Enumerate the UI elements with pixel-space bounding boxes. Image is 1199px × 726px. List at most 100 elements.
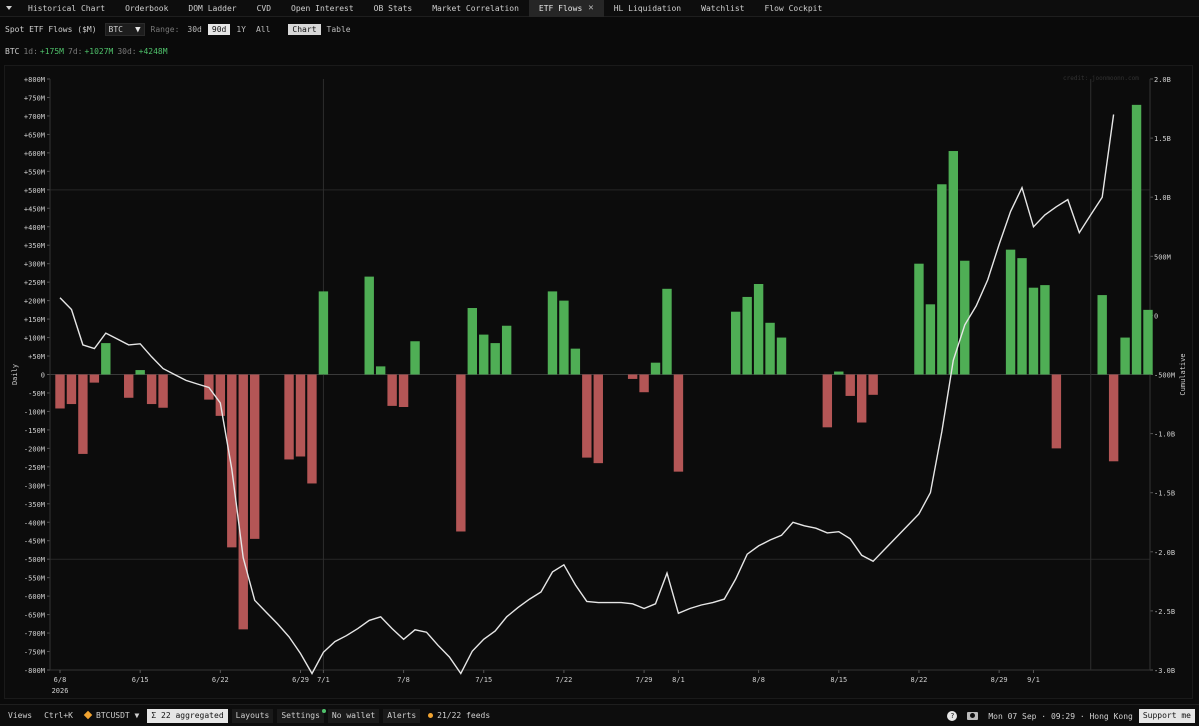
menu-caret-icon[interactable] bbox=[0, 0, 18, 17]
summary-7d-value: +1027M bbox=[84, 46, 114, 56]
y-tick-label: -50M bbox=[28, 390, 45, 398]
inflow-bar bbox=[559, 300, 569, 375]
y-tick-label: -600M bbox=[24, 593, 45, 601]
inflow-bar bbox=[742, 296, 752, 375]
inflow-bar bbox=[101, 343, 111, 375]
layouts-button[interactable]: Layouts bbox=[231, 708, 274, 723]
symbol-selector[interactable]: BTCUSDT ▼ bbox=[81, 709, 143, 723]
inflow-bar bbox=[1040, 285, 1050, 375]
outflow-bar bbox=[673, 374, 684, 472]
status-right: ? Mon 07 Sep · 09:29 · Hong Kong Support… bbox=[947, 709, 1195, 723]
y-tick-label: +250M bbox=[24, 279, 45, 287]
range-label: Range: bbox=[150, 25, 180, 34]
y2-tick-label: -500M bbox=[1154, 372, 1175, 380]
x-tick-label: 9/1 bbox=[1027, 676, 1040, 684]
support-button[interactable]: Support me bbox=[1138, 709, 1195, 723]
asset-select[interactable]: BTC ▼ bbox=[104, 23, 145, 36]
feeds-status[interactable]: 21/22 feeds bbox=[424, 709, 494, 723]
outflow-bar bbox=[398, 374, 409, 408]
y-tick-label: -550M bbox=[24, 575, 45, 583]
inflow-bar bbox=[1005, 249, 1016, 375]
tab-orderbook[interactable]: Orderbook bbox=[115, 0, 178, 17]
inflow-bar bbox=[731, 311, 741, 375]
outflow-bar bbox=[78, 374, 88, 454]
help-icon[interactable]: ? bbox=[947, 711, 958, 721]
inflow-bar bbox=[834, 371, 844, 375]
flow-summary: BTC 1d: +175M 7d: +1027M 30d: +4248M bbox=[5, 46, 172, 56]
x-tick-label: 8/22 bbox=[911, 676, 928, 684]
y-tick-label: +200M bbox=[24, 298, 45, 306]
aggregated-badge[interactable]: Σ 22 aggregated bbox=[147, 708, 228, 723]
close-icon[interactable]: ✕ bbox=[588, 3, 593, 13]
y2-tick-label: -1.0B bbox=[1154, 431, 1175, 439]
y-tick-label: -350M bbox=[24, 501, 45, 509]
inflow-bar bbox=[948, 151, 959, 375]
settings-button[interactable]: Settings bbox=[277, 708, 326, 723]
tab-market-correlation[interactable]: Market Correlation bbox=[422, 0, 529, 17]
y-tick-label: +450M bbox=[24, 205, 45, 213]
range-30d[interactable]: 30d bbox=[183, 24, 205, 35]
view-table[interactable]: Table bbox=[323, 24, 355, 35]
y-tick-label: +650M bbox=[24, 131, 45, 139]
outflow-bar bbox=[284, 374, 294, 460]
chevron-down-icon: ▼ bbox=[134, 710, 140, 720]
tab-flow-cockpit[interactable]: Flow Cockpit bbox=[754, 0, 832, 17]
x-tick-label: 6/8 bbox=[54, 676, 67, 684]
tab-cvd[interactable]: CVD bbox=[247, 0, 281, 17]
views-button[interactable]: Views bbox=[4, 709, 36, 723]
outflow-bar bbox=[456, 374, 466, 532]
wallet-button[interactable]: No wallet bbox=[327, 708, 380, 723]
view-chart[interactable]: Chart bbox=[288, 24, 321, 35]
x-tick-label: 7/22 bbox=[555, 676, 572, 684]
y-tick-label: -300M bbox=[24, 482, 45, 490]
y-tick-label: -800M bbox=[24, 667, 45, 675]
y-tick-label: +750M bbox=[24, 94, 45, 102]
inflow-bar bbox=[650, 362, 661, 375]
tab-hl-liquidation[interactable]: HL Liquidation bbox=[604, 0, 691, 17]
x-tick-label: 7/29 bbox=[636, 676, 653, 684]
outflow-bar bbox=[146, 374, 157, 405]
inflow-bar bbox=[960, 260, 970, 375]
y2-axis-label: Cumulative bbox=[1179, 353, 1187, 395]
inflow-bar bbox=[364, 276, 374, 375]
tab-ob-stats[interactable]: OB Stats bbox=[364, 0, 423, 17]
y-tick-label: 0 bbox=[41, 372, 45, 380]
tab-watchlist[interactable]: Watchlist bbox=[691, 0, 754, 17]
range-90d[interactable]: 90d bbox=[207, 24, 231, 35]
y-tick-label: -200M bbox=[24, 445, 45, 453]
outflow-bar bbox=[158, 374, 168, 408]
etf-flow-chart[interactable]: +800M +750M +700M +650M +600M +550M +500M +450M… bbox=[4, 65, 1193, 699]
range-1y[interactable]: 1Y bbox=[232, 24, 250, 35]
x-tick-label: 8/1 bbox=[672, 676, 685, 684]
alerts-button[interactable]: Alerts bbox=[383, 708, 421, 723]
outflow-bar bbox=[215, 374, 226, 416]
outflow-bar bbox=[124, 374, 134, 398]
range-all[interactable]: All bbox=[252, 24, 274, 35]
inflow-bar bbox=[1028, 287, 1039, 375]
y2-tick-label: -2.0B bbox=[1154, 549, 1175, 557]
outflow-bar bbox=[89, 374, 100, 383]
summary-asset: BTC bbox=[5, 46, 20, 56]
summary-30d-value: +4248M bbox=[138, 46, 168, 56]
chevron-down-icon: ▼ bbox=[135, 24, 141, 35]
tab-etf-flows[interactable]: ETF Flows ✕ bbox=[528, 0, 604, 17]
y2-tick-label: 0 bbox=[1154, 312, 1158, 320]
outflow-bar bbox=[856, 374, 867, 423]
aggregated-label: 22 aggregated bbox=[161, 710, 224, 720]
summary-1d-value: +175M bbox=[39, 46, 64, 56]
y2-tick-label: 1.5B bbox=[1154, 135, 1171, 143]
inflow-bar bbox=[925, 304, 936, 375]
y-tick-label: +800M bbox=[24, 76, 45, 84]
feeds-label: 21/22 feeds bbox=[437, 710, 491, 720]
y-tick-label: -150M bbox=[24, 427, 45, 435]
inflow-bar bbox=[1143, 309, 1153, 375]
inflow-bar bbox=[570, 348, 581, 375]
y-axis-label: Daily bbox=[11, 364, 19, 385]
inflow-bar bbox=[501, 325, 512, 375]
camera-icon[interactable] bbox=[967, 712, 979, 720]
tab-historical-chart[interactable]: Historical Chart bbox=[18, 0, 115, 17]
command-shortcut[interactable]: Ctrl+K bbox=[40, 709, 77, 723]
tab-dom-ladder[interactable]: DOM Ladder bbox=[178, 0, 246, 17]
tab-open-interest[interactable]: Open Interest bbox=[281, 0, 364, 17]
inflow-bar bbox=[1120, 337, 1130, 375]
